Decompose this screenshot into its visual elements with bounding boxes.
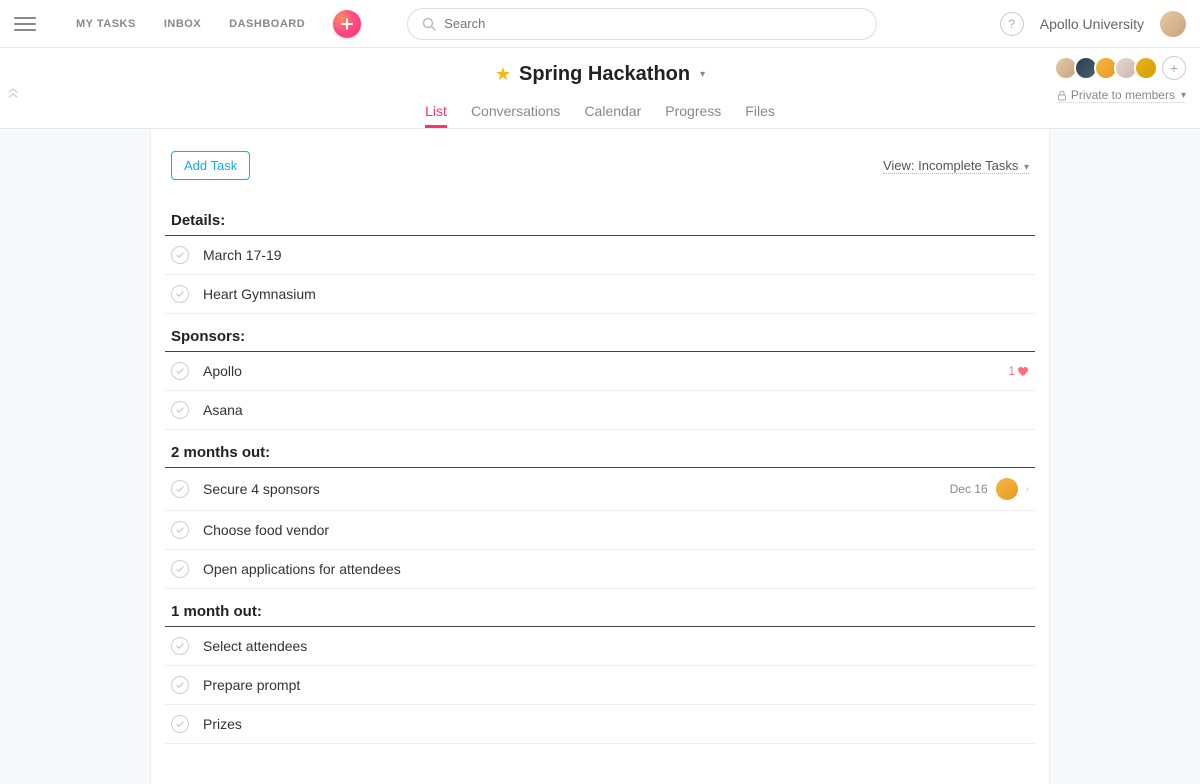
section-header[interactable]: 2 months out: (165, 434, 1035, 468)
due-date: Dec 16 (950, 482, 988, 496)
search-input[interactable] (444, 16, 862, 31)
task-title: March 17-19 (203, 247, 1015, 263)
complete-checkbox[interactable] (171, 285, 189, 303)
canvas-toolbar: Add Task View: Incomplete Tasks ▾ (165, 151, 1035, 198)
project-title[interactable]: Spring Hackathon (519, 63, 690, 86)
task-row[interactable]: Open applications for attendees (165, 550, 1035, 589)
chevron-down-icon[interactable]: ▾ (700, 69, 705, 80)
user-avatar[interactable] (1160, 11, 1186, 37)
expand-sidebar-icon[interactable] (8, 88, 18, 100)
project-tabs: List Conversations Calendar Progress Fil… (0, 96, 1200, 128)
complete-checkbox[interactable] (171, 362, 189, 380)
complete-checkbox[interactable] (171, 676, 189, 694)
task-row[interactable]: Secure 4 sponsors Dec 16 › (165, 468, 1035, 511)
task-row[interactable]: Choose food vendor (165, 511, 1035, 550)
complete-checkbox[interactable] (171, 246, 189, 264)
task-title: Secure 4 sponsors (203, 481, 936, 497)
add-task-button[interactable]: Add Task (171, 151, 250, 180)
tab-conversations[interactable]: Conversations (471, 97, 561, 128)
tab-calendar[interactable]: Calendar (584, 97, 641, 128)
chevron-down-icon: ▾ (1024, 162, 1029, 173)
topbar-right: ? Apollo University (1000, 11, 1186, 37)
task-row[interactable]: Asana (165, 391, 1035, 430)
nav-my-tasks[interactable]: MY TASKS (76, 18, 136, 30)
workspace-name[interactable]: Apollo University (1040, 16, 1144, 32)
task-title: Open applications for attendees (203, 561, 1015, 577)
task-title: Select attendees (203, 638, 1015, 654)
lock-icon (1057, 90, 1067, 101)
members-row: + (1058, 56, 1186, 80)
privacy-label: Private to members (1071, 88, 1175, 102)
star-icon[interactable]: ★ (495, 64, 511, 85)
task-title: Prizes (203, 716, 1015, 732)
nav-inbox[interactable]: INBOX (164, 18, 201, 30)
complete-checkbox[interactable] (171, 637, 189, 655)
top-nav: MY TASKS INBOX DASHBOARD (76, 18, 305, 30)
task-row[interactable]: Heart Gymnasium (165, 275, 1035, 314)
section-header[interactable]: Details: (165, 202, 1035, 236)
tab-progress[interactable]: Progress (665, 97, 721, 128)
task-title: Asana (203, 402, 1015, 418)
view-label: View: Incomplete Tasks (883, 158, 1018, 173)
chevron-right-icon: › (1026, 484, 1029, 495)
task-meta: Dec 16 › (950, 478, 1029, 500)
complete-checkbox[interactable] (171, 560, 189, 578)
section-header[interactable]: 1 month out: (165, 593, 1035, 627)
chevron-down-icon: ▾ (1181, 90, 1186, 101)
hamburger-icon[interactable] (14, 13, 36, 35)
help-icon[interactable]: ? (1000, 12, 1024, 36)
search-box[interactable] (407, 8, 877, 40)
task-title: Choose food vendor (203, 522, 1015, 538)
view-selector[interactable]: View: Incomplete Tasks ▾ (883, 158, 1029, 174)
tab-files[interactable]: Files (745, 97, 775, 128)
task-list-canvas: Add Task View: Incomplete Tasks ▾ Detail… (150, 129, 1050, 784)
task-row[interactable]: Apollo 1 (165, 352, 1035, 391)
task-row[interactable]: Prizes (165, 705, 1035, 744)
add-member-button[interactable]: + (1162, 56, 1186, 80)
privacy-selector[interactable]: Private to members ▾ (1057, 88, 1186, 103)
section-header[interactable]: Sponsors: (165, 318, 1035, 352)
global-add-button[interactable] (333, 10, 361, 38)
topbar: MY TASKS INBOX DASHBOARD ? Apollo Univer… (0, 0, 1200, 48)
complete-checkbox[interactable] (171, 715, 189, 733)
complete-checkbox[interactable] (171, 521, 189, 539)
task-title: Heart Gymnasium (203, 286, 1015, 302)
task-row[interactable]: Select attendees (165, 627, 1035, 666)
task-meta: 1 (1008, 364, 1029, 378)
nav-dashboard[interactable]: DASHBOARD (229, 18, 305, 30)
tab-list[interactable]: List (425, 97, 447, 128)
task-title: Apollo (203, 363, 994, 379)
like-count[interactable]: 1 (1008, 364, 1029, 378)
project-header: ★ Spring Hackathon ▾ + Private to member… (0, 48, 1200, 129)
task-title: Prepare prompt (203, 677, 1015, 693)
assignee-avatar[interactable] (996, 478, 1018, 500)
task-row[interactable]: March 17-19 (165, 236, 1035, 275)
complete-checkbox[interactable] (171, 480, 189, 498)
search-icon (422, 17, 436, 31)
project-title-row: ★ Spring Hackathon ▾ (0, 58, 1200, 90)
member-avatar[interactable] (1134, 56, 1158, 80)
complete-checkbox[interactable] (171, 401, 189, 419)
